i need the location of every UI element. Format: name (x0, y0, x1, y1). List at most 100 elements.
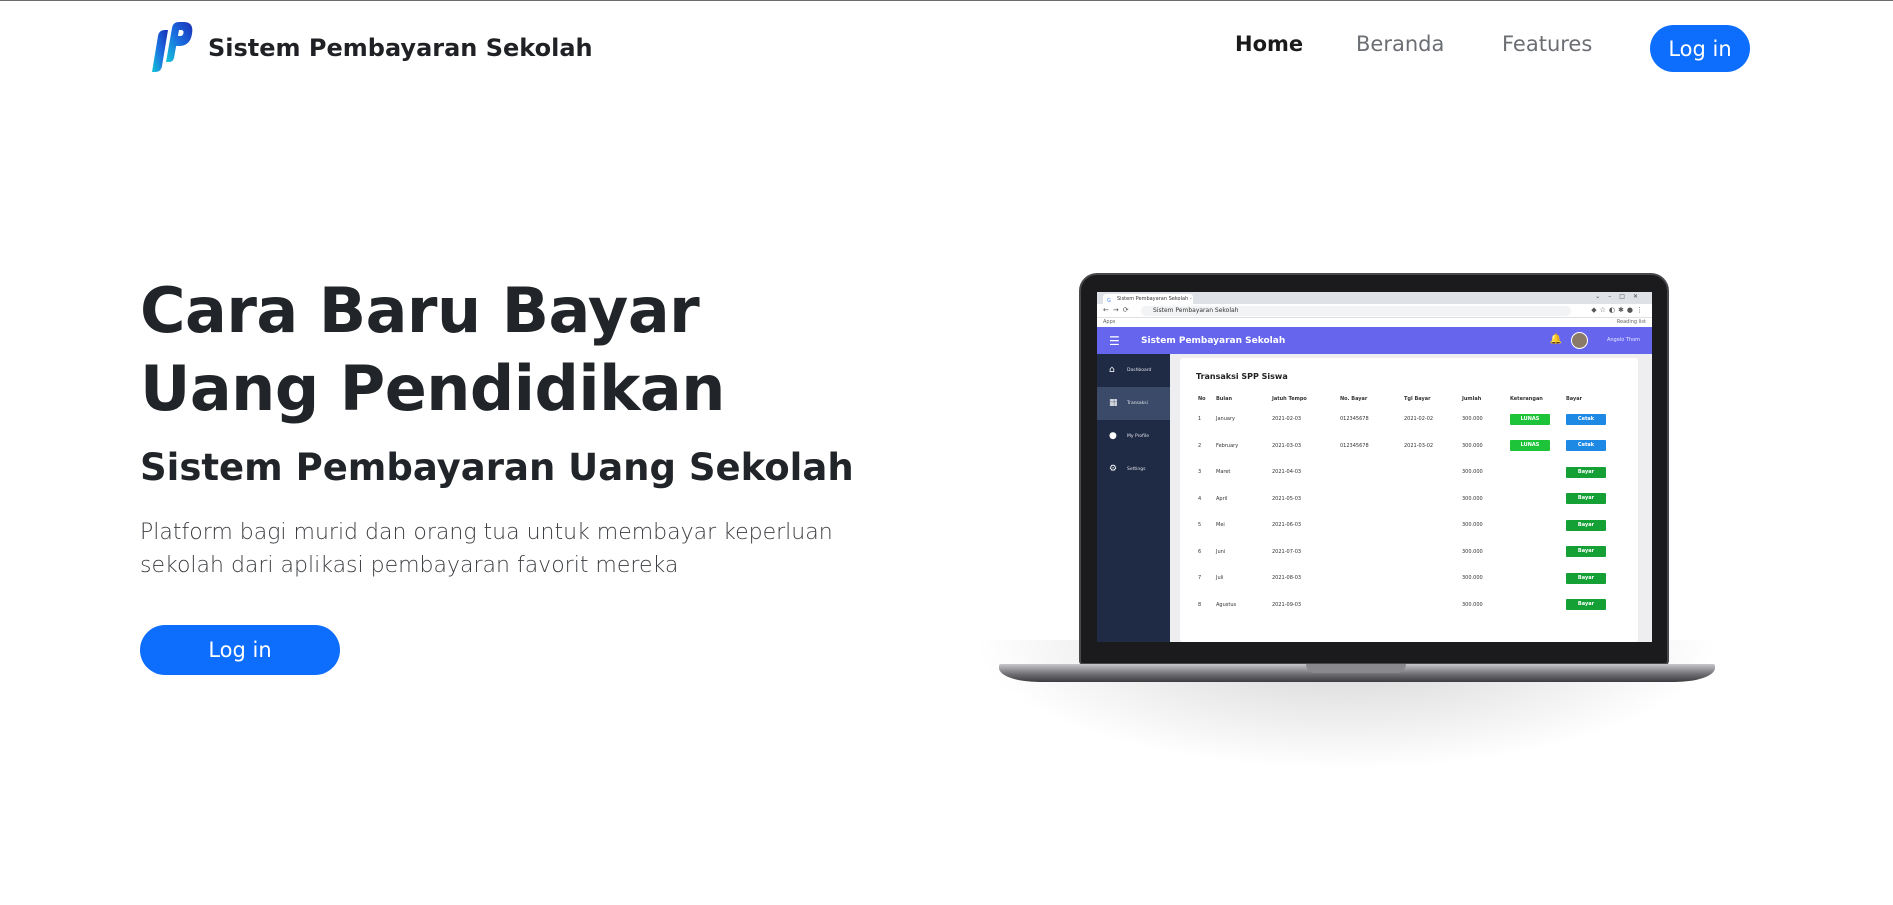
hero-description-line-1: Platform bagi murid dan orang tua untuk … (140, 520, 833, 545)
mock-app-title: Sistem Pembayaran Sekolah (1141, 336, 1286, 346)
mock-browser-bookmarks: Apps Reading list (1097, 318, 1652, 327)
table-cell: 2021-04-03 (1272, 469, 1302, 476)
bell-icon: 🔔 (1549, 334, 1562, 345)
table-cell: 8 (1198, 601, 1202, 608)
table-cell: Mei (1216, 522, 1225, 529)
table-cell: Maret (1216, 469, 1231, 476)
table-cell: 7 (1198, 575, 1202, 582)
table-cell (1508, 486, 1564, 513)
table-cell (1402, 486, 1460, 513)
table-cell: Bayar (1564, 459, 1612, 486)
hero-login-button[interactable]: Log in (140, 625, 340, 675)
table-cell: 2021-09-03 (1272, 601, 1302, 608)
table-cell: 6 (1198, 548, 1202, 555)
table-cell (1508, 512, 1564, 539)
mock-card-title: Transaksi SPP Siswa (1196, 372, 1288, 381)
table-row: 1 January 2021-02-03 012345678 2021-02-02 300… (1196, 406, 1612, 433)
table-cell (1338, 486, 1402, 513)
table-cell: Bayar (1564, 486, 1612, 513)
table-cell (1402, 592, 1460, 619)
mock-app-header: ☰ Sistem Pembayaran Sekolah 🔔 Angelo Tho… (1097, 327, 1652, 354)
user-icon: ● (1109, 431, 1117, 441)
table-cell (1508, 459, 1564, 486)
table-cell: 3 (1198, 469, 1202, 476)
table-cell: Cetak (1564, 406, 1612, 433)
nav-link-features[interactable]: Features (1502, 32, 1592, 56)
navbar-login-button[interactable]: Log in (1650, 25, 1750, 72)
mock-browser-addressbar: ←→⟳ Sistem Pembayaran Sekolah ◆☆◐✱●⋮ (1097, 304, 1652, 318)
brand[interactable]: Sistem Pembayaran Sekolah (148, 22, 593, 74)
table-cell: Juni (1216, 548, 1226, 555)
mock-bayar-button: Bayar (1566, 572, 1606, 584)
mock-app-body: ⌂ Dashboard ▦ Transaksi ● My Profile ⚙ S… (1097, 354, 1652, 642)
hero-description: Platform bagi murid dan orang tua untuk … (140, 516, 900, 582)
table-row: 5 Mei 2021-06-03 300.000 Bayar (1196, 512, 1612, 539)
table-header: Tgl Bayar (1404, 396, 1431, 402)
gear-icon: ⚙ (1109, 464, 1118, 474)
status-badge: LUNAS (1510, 440, 1550, 452)
navigation-arrows-icon: ←→⟳ (1103, 306, 1133, 314)
table-cell: 2021-07-03 (1272, 548, 1302, 555)
mock-cetak-button: Cetak (1566, 440, 1606, 452)
home-icon: ⌂ (1109, 365, 1115, 375)
mock-cetak-button: Cetak (1566, 413, 1606, 425)
table-cell (1508, 539, 1564, 566)
table-cell: 5 (1198, 522, 1202, 529)
table-cell: 300.000 (1462, 548, 1483, 555)
table-cell: 2021-02-02 (1404, 416, 1434, 423)
mock-sidebar: ⌂ Dashboard ▦ Transaksi ● My Profile ⚙ S… (1097, 354, 1170, 642)
mock-user-name: Angelo Thom (1606, 337, 1640, 343)
table-cell: Bayar (1564, 592, 1612, 619)
table-cell: 300.000 (1462, 469, 1483, 476)
table-header: Jatuh Tempo (1272, 396, 1307, 402)
mock-sidebar-label: My Profile (1127, 434, 1149, 439)
mock-sidebar-item-profile: ● My Profile (1097, 420, 1170, 453)
table-header-row: No Bulan Jatuh Tempo No. Bayar Tgl Bayar… (1196, 392, 1612, 406)
mock-sidebar-label: Settings (1127, 467, 1146, 472)
mock-bayar-button: Bayar (1566, 519, 1606, 531)
table-header: Keterangan (1510, 396, 1543, 402)
window-controls-icon: ⌄–□✕ (1595, 293, 1646, 300)
table-cell: 2 (1198, 442, 1202, 449)
table-row: 4 April 2021-05-03 300.000 Bayar (1196, 486, 1612, 513)
mock-transaction-card: Transaksi SPP Siswa No Bulan Jatuh Tempo… (1180, 358, 1638, 642)
table-cell: 300.000 (1462, 575, 1483, 582)
table-cell: February (1216, 442, 1239, 449)
mock-sidebar-label: Dashboard (1127, 368, 1152, 373)
table-cell: 300.000 (1462, 601, 1483, 608)
mock-bayar-button: Bayar (1566, 546, 1606, 558)
table-cell: Agustus (1216, 601, 1237, 608)
table-cell: 2021-08-03 (1272, 575, 1302, 582)
table-cell: 4 (1198, 495, 1202, 502)
mock-browser-tab: G Sistem Pembayaran Sekolah - Go (1103, 294, 1193, 312)
table-cell: 2021-03-03 (1272, 442, 1302, 449)
hero-subtitle: Sistem Pembayaran Uang Sekolah (140, 446, 854, 489)
table-cell (1402, 565, 1460, 592)
table-cell: April (1216, 495, 1228, 502)
mock-browser-tabbar: G Sistem Pembayaran Sekolah - Go ⌄–□✕ (1097, 292, 1652, 312)
mock-main: Transaksi SPP Siswa No Bulan Jatuh Tempo… (1170, 354, 1652, 642)
table-cell (1402, 512, 1460, 539)
nav-link-home[interactable]: Home (1235, 32, 1303, 56)
avatar (1571, 332, 1588, 349)
table-cell: Juli (1216, 575, 1224, 582)
table-cell (1402, 459, 1460, 486)
table-cell: 300.000 (1462, 522, 1483, 529)
table-cell: 300.000 (1462, 442, 1483, 449)
table-row: 2 February 2021-03-03 012345678 2021-03-02 30… (1196, 433, 1612, 460)
hamburger-menu-icon: ☰ (1109, 334, 1120, 348)
table-cell: 2021-05-03 (1272, 495, 1302, 502)
table-row: 6 Juni 2021-07-03 300.000 Bayar (1196, 539, 1612, 566)
table-cell: LUNAS (1508, 433, 1564, 460)
table-cell: LUNAS (1508, 406, 1564, 433)
table-cell: 300.000 (1462, 495, 1483, 502)
transaction-icon: ▦ (1109, 398, 1118, 408)
navbar: Sistem Pembayaran Sekolah Home Beranda F… (0, 0, 1893, 96)
nav-link-beranda[interactable]: Beranda (1356, 32, 1444, 56)
brand-logo-icon (152, 22, 193, 72)
hero-title-line-2: Uang Pendidikan (140, 352, 725, 425)
table-cell: Bayar (1564, 539, 1612, 566)
table-header: Bayar (1566, 396, 1583, 402)
table-cell (1338, 512, 1402, 539)
bookmark-apps: Apps (1103, 319, 1116, 325)
